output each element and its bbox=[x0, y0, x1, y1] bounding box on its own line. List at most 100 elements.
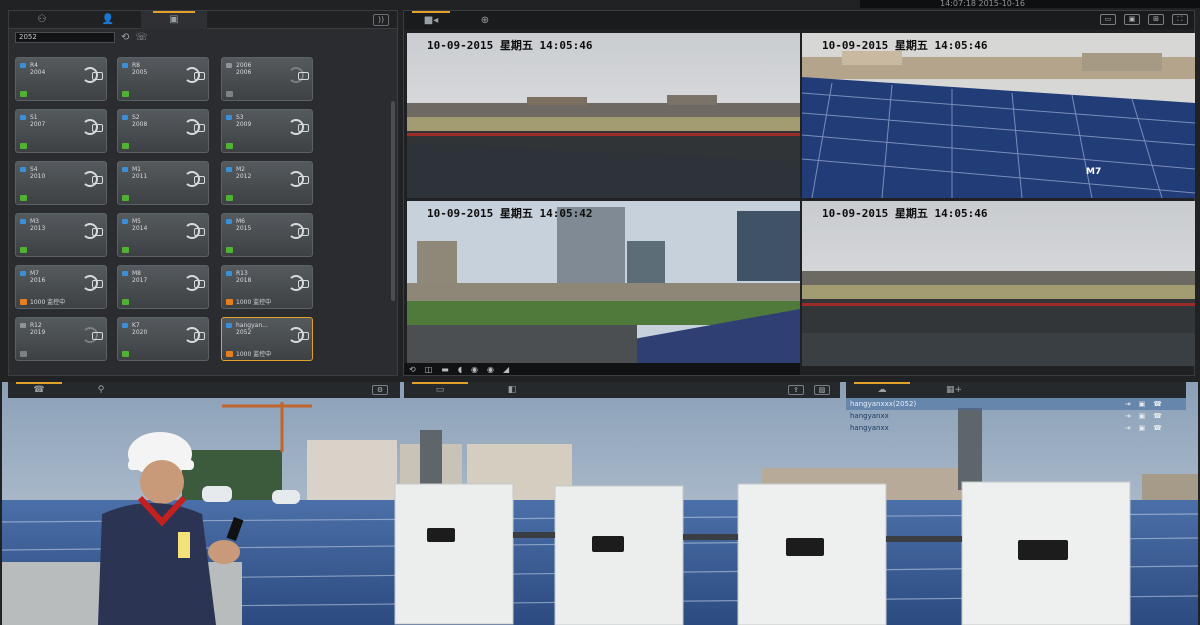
device-tile[interactable]: M2 2012 bbox=[221, 161, 313, 205]
tab-video[interactable]: ■◂ bbox=[404, 11, 458, 29]
video-tile-1[interactable]: 10-09-2015 星期五 14:05:46 bbox=[407, 33, 800, 198]
tab-messages[interactable]: ▭ bbox=[404, 382, 476, 398]
device-tile[interactable]: hangyan... 2052 1000 监控中 bbox=[221, 317, 313, 361]
device-icon: ▣ bbox=[169, 14, 179, 25]
call-device-icon[interactable] bbox=[288, 327, 309, 343]
device-list-scrollbar[interactable] bbox=[391, 101, 395, 301]
call-device-icon[interactable] bbox=[288, 223, 309, 239]
device-tile[interactable]: R12 2019 bbox=[15, 317, 107, 361]
camera-icon bbox=[20, 115, 26, 120]
status-indicator bbox=[122, 299, 129, 305]
call-device-icon[interactable] bbox=[82, 275, 103, 291]
video-icon[interactable]: ▣ bbox=[1139, 400, 1146, 408]
device-tile[interactable]: M8 2017 bbox=[117, 265, 209, 309]
video-tile-2[interactable]: 10-09-2015 星期五 14:05:46 M7 bbox=[802, 33, 1195, 198]
volume-icon[interactable]: ◢ bbox=[503, 365, 509, 374]
phone-icon[interactable]: ☎ bbox=[1153, 412, 1162, 420]
call-device-icon[interactable] bbox=[82, 223, 103, 239]
contact-row[interactable]: hangyanxxx(2052) ⇥ ▣ ☎ bbox=[846, 398, 1186, 410]
call-device-icon[interactable] bbox=[184, 275, 205, 291]
status-indicator bbox=[20, 247, 27, 253]
broadcast-icon[interactable]: )) bbox=[373, 14, 389, 26]
fullscreen-icon[interactable]: ⛶ bbox=[1172, 14, 1188, 25]
status-indicator bbox=[20, 143, 27, 149]
device-tile[interactable]: M3 2013 bbox=[15, 213, 107, 257]
tab-weather[interactable]: ☁ bbox=[846, 382, 918, 398]
call-device-icon[interactable] bbox=[288, 171, 309, 187]
record-icon[interactable]: ▣ bbox=[1124, 14, 1140, 25]
contact-name: hangyanxx bbox=[850, 424, 889, 432]
tab-add[interactable]: ⊕ bbox=[458, 11, 512, 29]
call-device-icon[interactable] bbox=[288, 275, 309, 291]
camera-icon bbox=[122, 219, 128, 224]
status-indicator bbox=[122, 351, 129, 357]
call-device-icon[interactable] bbox=[82, 67, 103, 83]
stop-icon[interactable]: ▬ bbox=[441, 365, 449, 374]
call-device-icon[interactable] bbox=[184, 171, 205, 187]
device-tile[interactable]: M7 2016 1000 监控中 bbox=[15, 265, 107, 309]
call-device-icon[interactable] bbox=[288, 119, 309, 135]
device-tile[interactable]: M5 2014 bbox=[117, 213, 209, 257]
grid-layout-icon[interactable]: ⊞ bbox=[1148, 14, 1164, 25]
tab-users[interactable]: 👤 bbox=[75, 11, 141, 29]
video-icon[interactable]: ▣ bbox=[1139, 412, 1146, 420]
settings-icon[interactable]: ⚙ bbox=[372, 385, 388, 395]
call-device-icon[interactable] bbox=[82, 171, 103, 187]
device-name: M1 2011 bbox=[132, 166, 148, 180]
snapshot-icon[interactable]: ▭ bbox=[1100, 14, 1116, 25]
device-tile[interactable]: R4 2004 bbox=[15, 57, 107, 101]
tab-groups[interactable]: ⚇ bbox=[9, 11, 75, 29]
call-device-icon[interactable] bbox=[184, 223, 205, 239]
status-indicator bbox=[226, 195, 233, 201]
bottom-middle-tabs: ▭ ◧ ⇪ ▨ bbox=[404, 382, 840, 398]
phone-icon[interactable]: ☎ bbox=[1153, 400, 1162, 408]
call-device-icon[interactable] bbox=[82, 327, 103, 343]
contact-row[interactable]: hangyanxx ⇥ ▣ ☎ bbox=[846, 422, 1186, 434]
tab-add-group[interactable]: ▦+ bbox=[918, 382, 990, 398]
search-input[interactable] bbox=[15, 31, 115, 43]
device-panel: ⚇ 👤 ▣ )) ⟲ ☏ R4 2004 R8 2005 2006 2006 S1 2… bbox=[8, 10, 398, 376]
tab-devices[interactable]: ▣ bbox=[141, 10, 207, 29]
transfer-icon[interactable]: ⇥ bbox=[1125, 400, 1131, 408]
call-device-icon[interactable] bbox=[184, 67, 205, 83]
device-toolbar: ⟲ ☏ bbox=[9, 29, 397, 45]
device-tile[interactable]: S2 2008 bbox=[117, 109, 209, 153]
video-icon[interactable]: ▣ bbox=[1139, 424, 1146, 432]
video-tile-4[interactable]: 10-09-2015 星期五 14:05:46 bbox=[802, 201, 1195, 366]
call-device-icon[interactable] bbox=[288, 67, 309, 83]
device-tile[interactable]: M1 2011 bbox=[117, 161, 209, 205]
camera-icon bbox=[226, 167, 232, 172]
capture-icon[interactable]: ◉ bbox=[487, 365, 494, 374]
call-device-icon[interactable] bbox=[184, 119, 205, 135]
device-tile[interactable]: 2006 2006 bbox=[221, 57, 313, 101]
image-icon[interactable]: ▨ bbox=[814, 385, 830, 395]
device-tile[interactable]: S3 2009 bbox=[221, 109, 313, 153]
device-tile[interactable]: M6 2015 bbox=[221, 213, 313, 257]
record-icon[interactable]: ◉ bbox=[471, 365, 478, 374]
device-tile[interactable]: R13 2018 1000 监控中 bbox=[221, 265, 313, 309]
call-icon[interactable]: ☏ bbox=[135, 32, 148, 43]
transfer-icon[interactable]: ⇥ bbox=[1125, 412, 1131, 420]
call-device-icon[interactable] bbox=[82, 119, 103, 135]
video-tile-3[interactable]: 10-09-2015 星期五 14:05:42 bbox=[407, 201, 800, 366]
camera-icon bbox=[20, 323, 26, 328]
refresh-icon[interactable]: ⟲ bbox=[121, 32, 129, 43]
loop-icon[interactable]: ⟲ bbox=[409, 365, 416, 374]
export-icon[interactable]: ⇪ bbox=[788, 385, 804, 395]
device-tile[interactable]: S1 2007 bbox=[15, 109, 107, 153]
status-indicator bbox=[20, 351, 27, 357]
contact-row[interactable]: hangyanxx ⇥ ▣ ☎ bbox=[846, 410, 1186, 422]
window-icon[interactable]: ◫ bbox=[425, 365, 433, 374]
device-tile[interactable]: R8 2005 bbox=[117, 57, 209, 101]
device-name: R13 2018 bbox=[236, 270, 252, 284]
transfer-icon[interactable]: ⇥ bbox=[1125, 424, 1131, 432]
audio-icon[interactable]: ◖ bbox=[458, 365, 462, 374]
device-tile[interactable]: S4 2010 bbox=[15, 161, 107, 205]
phone-icon: ☎ bbox=[33, 385, 45, 395]
phone-icon[interactable]: ☎ bbox=[1153, 424, 1162, 432]
tab-chat[interactable]: ◧ bbox=[476, 382, 548, 398]
device-tile[interactable]: K7 2020 bbox=[117, 317, 209, 361]
tab-map[interactable]: ⚲ bbox=[70, 382, 132, 398]
call-device-icon[interactable] bbox=[184, 327, 205, 343]
tab-intercom[interactable]: ☎ bbox=[8, 382, 70, 398]
